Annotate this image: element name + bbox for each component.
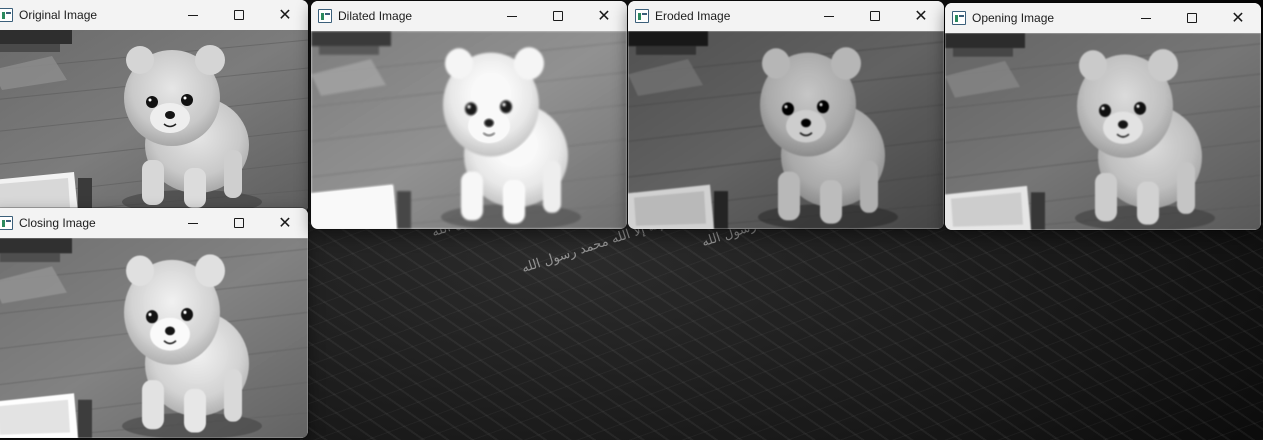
close-button[interactable]: ✕ <box>262 208 308 238</box>
close-button[interactable]: ✕ <box>581 1 627 31</box>
window-title: Opening Image <box>972 11 1055 25</box>
window-original-image[interactable]: Original Image ✕ <box>0 0 308 213</box>
minimize-icon <box>507 15 517 17</box>
maximize-button[interactable] <box>216 0 262 30</box>
title-bar[interactable]: Opening Image ✕ <box>945 3 1261 33</box>
opencv-app-icon <box>0 8 13 22</box>
window-eroded-image[interactable]: Eroded Image ✕ <box>628 1 944 229</box>
minimize-button[interactable] <box>1123 3 1169 33</box>
close-icon: ✕ <box>597 6 611 25</box>
dog-photo-dilated <box>311 31 627 229</box>
opencv-app-icon <box>635 9 649 23</box>
close-icon: ✕ <box>914 6 928 25</box>
close-button[interactable]: ✕ <box>898 1 944 31</box>
image-canvas[interactable] <box>311 31 627 229</box>
close-button[interactable]: ✕ <box>262 0 308 30</box>
maximize-icon <box>234 218 244 228</box>
dog-photo-original <box>0 30 308 213</box>
minimize-icon <box>188 14 198 16</box>
title-bar[interactable]: Closing Image ✕ <box>0 208 308 238</box>
minimize-button[interactable] <box>806 1 852 31</box>
maximize-icon <box>553 11 563 21</box>
title-bar[interactable]: Dilated Image ✕ <box>311 1 627 31</box>
maximize-icon <box>870 11 880 21</box>
minimize-icon <box>188 222 198 224</box>
desktop: لا إله إلا الله محمد رسول الله لا إله إل… <box>0 0 1263 440</box>
window-title: Eroded Image <box>655 9 731 23</box>
dog-photo-eroded <box>628 31 944 229</box>
maximize-icon <box>1187 13 1197 23</box>
window-dilated-image[interactable]: Dilated Image ✕ <box>311 1 627 229</box>
wallpaper-pattern <box>300 220 1263 440</box>
close-icon: ✕ <box>1231 8 1245 27</box>
minimize-icon <box>824 15 834 17</box>
opencv-app-icon <box>952 11 966 25</box>
maximize-button[interactable] <box>1169 3 1215 33</box>
image-canvas[interactable] <box>0 238 308 438</box>
window-title: Original Image <box>19 8 98 22</box>
maximize-button[interactable] <box>852 1 898 31</box>
window-opening-image[interactable]: Opening Image ✕ <box>945 3 1261 230</box>
image-canvas[interactable] <box>945 33 1261 230</box>
dog-photo-closing <box>0 238 308 438</box>
dog-photo-opening <box>945 33 1261 230</box>
maximize-button[interactable] <box>535 1 581 31</box>
maximize-icon <box>234 10 244 20</box>
close-icon: ✕ <box>278 5 292 24</box>
minimize-icon <box>1141 17 1151 19</box>
minimize-button[interactable] <box>170 0 216 30</box>
close-button[interactable]: ✕ <box>1215 3 1261 33</box>
close-icon: ✕ <box>278 213 292 232</box>
maximize-button[interactable] <box>216 208 262 238</box>
window-title: Dilated Image <box>338 9 413 23</box>
image-canvas[interactable] <box>0 30 308 213</box>
minimize-button[interactable] <box>489 1 535 31</box>
window-closing-image[interactable]: Closing Image ✕ <box>0 208 308 438</box>
opencv-app-icon <box>318 9 332 23</box>
minimize-button[interactable] <box>170 208 216 238</box>
title-bar[interactable]: Original Image ✕ <box>0 0 308 30</box>
title-bar[interactable]: Eroded Image ✕ <box>628 1 944 31</box>
window-title: Closing Image <box>19 216 96 230</box>
opencv-app-icon <box>0 216 13 230</box>
image-canvas[interactable] <box>628 31 944 229</box>
